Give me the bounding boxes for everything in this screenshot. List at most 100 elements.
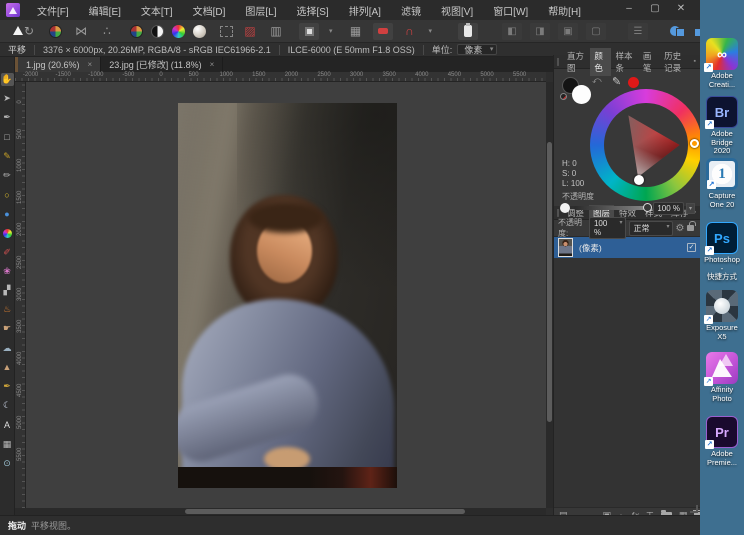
lightness-selector[interactable] — [634, 175, 644, 185]
develop-persona-circle-icon[interactable] — [130, 24, 143, 38]
burn-tool-icon[interactable]: ♨ — [1, 303, 14, 316]
invert-selection-icon[interactable]: ▥ — [267, 23, 285, 39]
paint-brush-tool-icon[interactable]: ✐ — [1, 246, 14, 259]
snapping-magnet-icon[interactable]: ∩ — [401, 23, 419, 39]
scrollbar-thumb[interactable] — [185, 509, 465, 514]
color-panel: ⤺ ✎ H: 0 S: 0 L: 100 不透明度 100 % ▾ — [554, 69, 702, 215]
horizontal-scrollbar[interactable] — [15, 508, 546, 515]
text-tool-icon[interactable]: A — [1, 418, 14, 431]
lock-icon[interactable] — [687, 221, 696, 231]
pen-tool-icon[interactable]: ✒ — [1, 111, 14, 124]
hue-selector[interactable] — [690, 139, 699, 148]
adobe-bridge-shortcut[interactable]: Br ↗ Adobe Bridge 2020 — [702, 96, 742, 156]
chevron-down-icon[interactable]: ▾ — [686, 202, 695, 214]
scrollbar-thumb[interactable] — [547, 142, 552, 422]
dodge-tool-icon[interactable]: ☾ — [1, 399, 14, 412]
shortcut-arrow-icon: ↗ — [704, 315, 713, 324]
deselect-icon[interactable]: ▨ — [241, 23, 259, 39]
crop-tool-icon[interactable]: □ — [1, 131, 14, 144]
panel-resize-grip[interactable] — [690, 505, 698, 513]
menu-item[interactable]: 滤镜 — [392, 0, 430, 21]
units-dropdown[interactable]: 像素 — [457, 44, 498, 55]
swap-colors-icon[interactable]: ⤺ — [592, 75, 602, 86]
menu-item[interactable]: 编辑[E] — [80, 0, 130, 21]
window-controls: – ▢ ✕ — [616, 0, 694, 20]
document-tab[interactable]: 23.jpg [已修改] (11.8%) × — [101, 57, 224, 72]
sharpen-tool-icon[interactable]: ✒ — [1, 380, 14, 393]
menu-item[interactable]: 文件[F] — [28, 0, 78, 21]
menu-item[interactable]: 排列[A] — [340, 0, 390, 21]
color-toggle-button[interactable] — [372, 22, 393, 40]
export-persona-icon[interactable] — [193, 24, 206, 38]
pixel-tool-icon[interactable]: ▞ — [1, 284, 14, 297]
adobe-premiere-shortcut[interactable]: Pr ↗ Adobe Premie... — [702, 416, 742, 467]
layer-visibility-checkbox[interactable]: ✓ — [687, 243, 696, 252]
close-icon[interactable]: × — [88, 60, 93, 69]
menu-item[interactable]: 选择[S] — [287, 0, 337, 21]
blur-tool-icon[interactable]: ☁ — [1, 342, 14, 355]
document-tab[interactable]: 1.jpg (20.6%) × — [18, 57, 102, 72]
close-button[interactable]: ✕ — [668, 0, 694, 20]
canvas-viewport[interactable] — [26, 82, 546, 508]
ruler-tick-label: -1500 — [55, 72, 71, 78]
layer-thumbnail[interactable] — [558, 238, 573, 257]
swirl-brush-tool-icon[interactable]: ❀ — [1, 265, 14, 278]
color-wheel-tool-icon[interactable] — [1, 227, 14, 240]
lasso-tool-icon[interactable]: ○ — [1, 188, 14, 201]
panel-menu-icon[interactable]: ▪ — [694, 58, 696, 65]
menu-item[interactable]: 帮助[H] — [539, 0, 590, 21]
flood-select-tool-icon[interactable]: ● — [1, 207, 14, 220]
develop-persona-icon[interactable] — [46, 23, 64, 39]
move-tool-icon[interactable]: ➤ — [1, 92, 14, 105]
color-swatches[interactable]: ⤺ — [560, 75, 602, 107]
opacity-slider[interactable] — [574, 203, 653, 212]
close-icon[interactable]: × — [210, 60, 215, 69]
layer-row-selected[interactable]: (像素) ✓ — [554, 237, 700, 258]
opacity-value[interactable]: 100 % — [653, 201, 684, 215]
view-pan-tool-icon[interactable]: ✋ — [0, 73, 14, 86]
shortcut-arrow-icon: ↗ — [707, 180, 716, 189]
chevron-down-icon[interactable]: ▾ — [429, 27, 433, 35]
color-wheel[interactable] — [590, 89, 702, 201]
recent-color-swatch[interactable] — [628, 77, 639, 88]
grid-icon[interactable]: ▦ — [347, 23, 365, 39]
menu-item[interactable]: 文本[T] — [132, 0, 182, 21]
color-picker-tool-icon[interactable]: ✏ — [1, 169, 14, 182]
selection-box-icon[interactable] — [220, 25, 233, 37]
vector-brush-tool-icon[interactable]: ✎ — [1, 150, 14, 163]
assistant-button[interactable] — [458, 22, 479, 40]
menu-item[interactable]: 文档[D] — [184, 0, 235, 21]
tone-mapping-persona-icon[interactable] — [151, 24, 164, 38]
mesh-tool-icon[interactable]: ▦ — [1, 438, 14, 451]
adobe-creative-cloud-shortcut[interactable]: ∞ ↗ Adobe Creati... — [702, 38, 742, 89]
vertical-scrollbar[interactable] — [546, 82, 553, 508]
reset-colors-icon[interactable] — [560, 93, 567, 100]
blend-mode-dropdown[interactable]: 正常 — [628, 220, 673, 236]
zoom-tool-icon[interactable]: ⊙ — [1, 457, 14, 470]
color-persona-icon[interactable] — [172, 24, 185, 38]
gear-icon[interactable]: ⚙ — [676, 223, 685, 234]
photoshop-shortcut[interactable]: Ps ↗ Photoshop - 快捷方式 — [702, 222, 742, 282]
adobe-bridge-shortcut-icon: Br ↗ — [705, 96, 738, 129]
layer-opacity-dropdown[interactable]: 100 % — [588, 217, 626, 239]
foreground-color-swatch[interactable] — [572, 85, 591, 104]
clone-stamp-tool-icon[interactable]: ☛ — [1, 322, 14, 335]
panel-grip-icon[interactable]: ∥ — [556, 57, 560, 66]
quick-mask-button[interactable] — [299, 22, 319, 40]
affinity-photo-shortcut[interactable]: ↗ Affinity Photo — [702, 352, 742, 403]
menu-item[interactable]: 图层[L] — [236, 0, 285, 21]
menu-item[interactable]: 窗口[W] — [484, 0, 537, 21]
liquify-persona-icon[interactable]: ⋈ — [72, 23, 90, 39]
capture-one-shortcut[interactable]: 1 ↗ Capture One 20 — [702, 158, 742, 209]
minimize-button[interactable]: – — [616, 0, 642, 20]
maximize-button[interactable]: ▢ — [642, 0, 668, 20]
eyedropper-icon[interactable]: ✎ — [612, 75, 621, 88]
chevron-down-icon[interactable]: ▾ — [329, 27, 333, 35]
boolean-add-icon[interactable] — [670, 25, 686, 38]
export-share-icon[interactable]: ∴ — [98, 23, 116, 39]
slider-knob[interactable] — [643, 203, 653, 212]
ruler-tick-label: 2000 — [284, 72, 299, 78]
menu-item[interactable]: 视图[V] — [432, 0, 482, 21]
exposure-x5-shortcut[interactable]: ↗ Exposure X5 — [702, 290, 742, 341]
smudge-tool-icon[interactable]: ▲ — [1, 361, 14, 374]
